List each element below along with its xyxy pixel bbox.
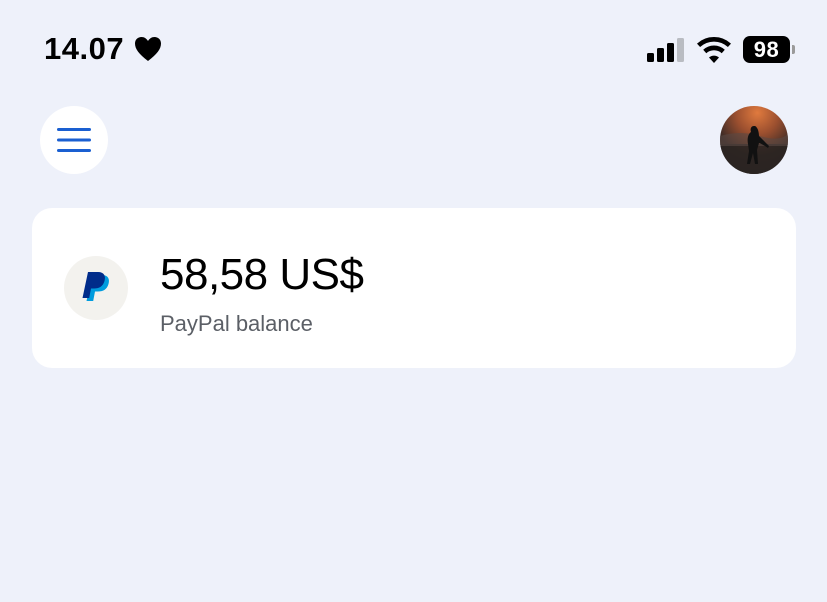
- paypal-balance-card[interactable]: 58,58 US$ PayPal balance: [32, 208, 796, 368]
- paypal-logo-badge: [64, 256, 128, 320]
- status-icons: 98: [647, 36, 795, 63]
- balance-amount: 58,58 US$: [160, 250, 364, 299]
- status-time: 14.07: [44, 31, 125, 66]
- hamburger-icon: [57, 128, 91, 152]
- battery-tip: [792, 45, 795, 54]
- battery-icon: 98: [743, 36, 795, 63]
- heart-icon: [135, 37, 162, 61]
- status-bar: 14.07 98: [0, 0, 827, 100]
- status-time-group: 14.07: [44, 31, 162, 67]
- battery-level: 98: [743, 36, 790, 63]
- signal-icon: [647, 37, 684, 62]
- menu-button[interactable]: [40, 106, 108, 174]
- avatar-photo: [720, 126, 788, 174]
- wifi-icon: [697, 36, 731, 63]
- profile-avatar[interactable]: [720, 106, 788, 174]
- paypal-logo-icon: [82, 272, 109, 301]
- balance-label: PayPal balance: [160, 311, 313, 336]
